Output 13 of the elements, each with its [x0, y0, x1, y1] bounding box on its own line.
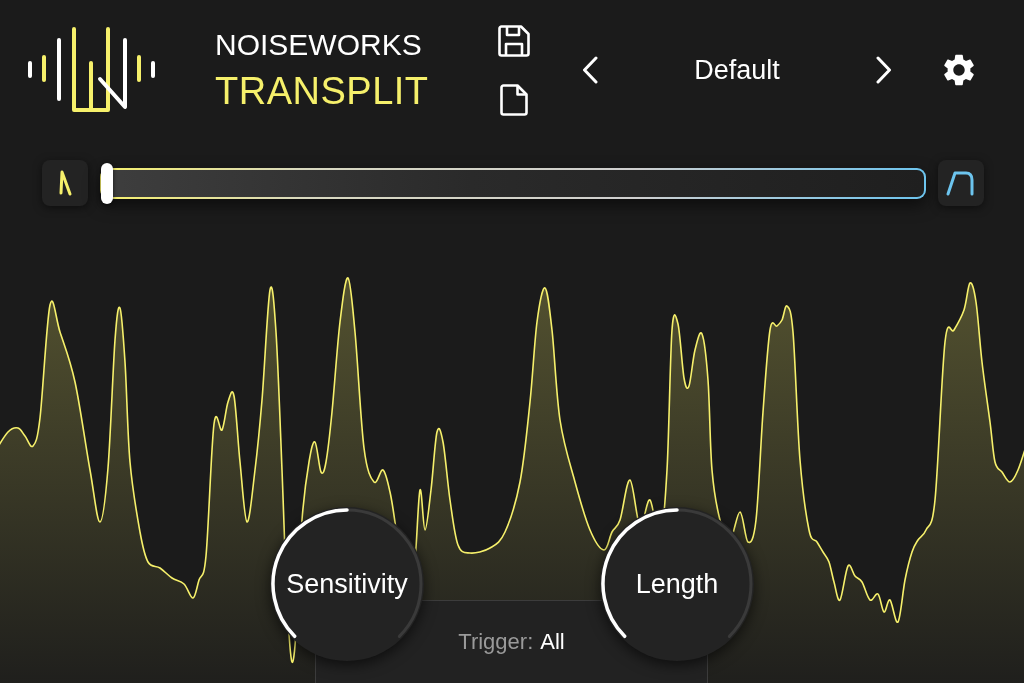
preset-name: Default	[694, 54, 780, 86]
chevron-left-icon[interactable]	[582, 56, 598, 84]
file-icon[interactable]	[500, 83, 528, 116]
trigger-label: Trigger:	[458, 629, 534, 655]
logo-icon	[27, 27, 157, 113]
company-name: NOISEWORKS	[215, 29, 422, 61]
slider-thumb[interactable]	[101, 162, 113, 204]
sharp-peak-icon	[42, 160, 88, 206]
chevron-right-icon[interactable]	[876, 56, 892, 84]
trigger-value: All	[540, 629, 565, 655]
product-name: TRANSPLIT	[215, 71, 429, 111]
rounded-peak-icon	[938, 160, 984, 206]
save-icon[interactable]	[498, 24, 530, 57]
